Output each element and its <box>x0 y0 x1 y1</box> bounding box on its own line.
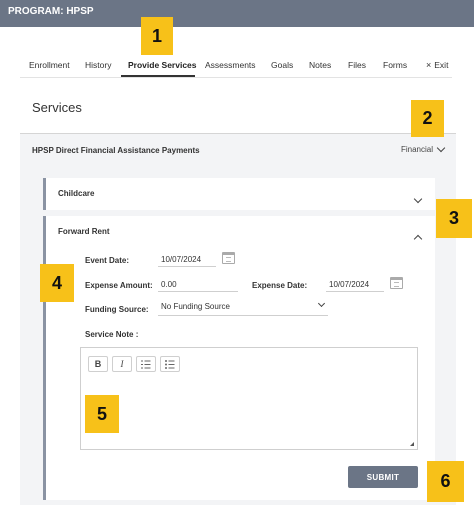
calendar-icon[interactable] <box>222 252 235 264</box>
service-card-childcare[interactable]: Childcare <box>43 178 435 210</box>
chevron-up-icon[interactable] <box>413 234 423 244</box>
tab-enrollment[interactable]: Enrollment <box>29 60 70 70</box>
page-title: Services <box>32 100 82 115</box>
callout-5: 5 <box>85 395 119 433</box>
accordion-category: Financial <box>400 145 433 154</box>
tab-bar: Enrollment History Provide Services Asse… <box>0 27 474 79</box>
funding-source-value: No Funding Source <box>161 302 230 311</box>
service-note-label: Service Note : <box>85 330 139 339</box>
expense-date-label: Expense Date: <box>252 281 308 290</box>
tab-provide-services[interactable]: Provide Services <box>128 60 197 70</box>
program-header: PROGRAM: HPSP <box>0 0 474 27</box>
ordered-list-button[interactable] <box>136 356 156 372</box>
expense-date-input[interactable]: 10/07/2024 <box>326 278 384 292</box>
event-date-input[interactable]: 10/07/2024 <box>158 253 216 267</box>
chevron-down-icon <box>413 194 423 204</box>
tab-divider <box>20 77 452 78</box>
bold-button[interactable]: B <box>88 356 108 372</box>
tab-history[interactable]: History <box>85 60 111 70</box>
service-card-label: Childcare <box>58 189 95 198</box>
callout-3: 3 <box>436 199 472 238</box>
funding-source-select[interactable]: No Funding Source <box>158 299 328 316</box>
calendar-icon[interactable] <box>390 277 403 289</box>
callout-1: 1 <box>141 17 173 55</box>
tab-assessments[interactable]: Assessments <box>205 60 256 70</box>
chevron-down-icon <box>436 143 446 153</box>
ordered-list-icon <box>141 360 151 368</box>
program-title: PROGRAM: HPSP <box>8 6 94 17</box>
resize-handle[interactable] <box>410 442 414 446</box>
tab-files[interactable]: Files <box>348 60 366 70</box>
italic-button[interactable]: I <box>112 356 132 372</box>
tab-goals[interactable]: Goals <box>271 60 293 70</box>
expense-amount-label: Expense Amount: <box>85 281 153 290</box>
accordion-title[interactable]: HPSP Direct Financial Assistance Payment… <box>32 146 200 155</box>
callout-2: 2 <box>411 100 444 137</box>
service-note-editor[interactable]: B I <box>80 347 418 450</box>
close-icon: × <box>426 60 432 70</box>
chevron-down-icon <box>317 299 326 308</box>
bullet-list-icon <box>165 359 175 369</box>
tab-notes[interactable]: Notes <box>309 60 331 70</box>
expense-amount-input[interactable]: 0.00 <box>158 278 238 292</box>
tab-forms[interactable]: Forms <box>383 60 407 70</box>
callout-6: 6 <box>427 461 464 502</box>
tab-exit[interactable]: × Exit <box>426 60 448 70</box>
bullet-list-button[interactable] <box>160 356 180 372</box>
funding-source-label: Funding Source: <box>85 305 149 314</box>
callout-4: 4 <box>40 264 74 302</box>
submit-button[interactable]: SUBMIT <box>348 466 418 488</box>
tab-exit-label: Exit <box>434 60 449 70</box>
event-date-label: Event Date: <box>85 256 130 265</box>
accordion-category-toggle[interactable]: Financial <box>400 143 446 154</box>
service-card-label[interactable]: Forward Rent <box>58 227 110 236</box>
